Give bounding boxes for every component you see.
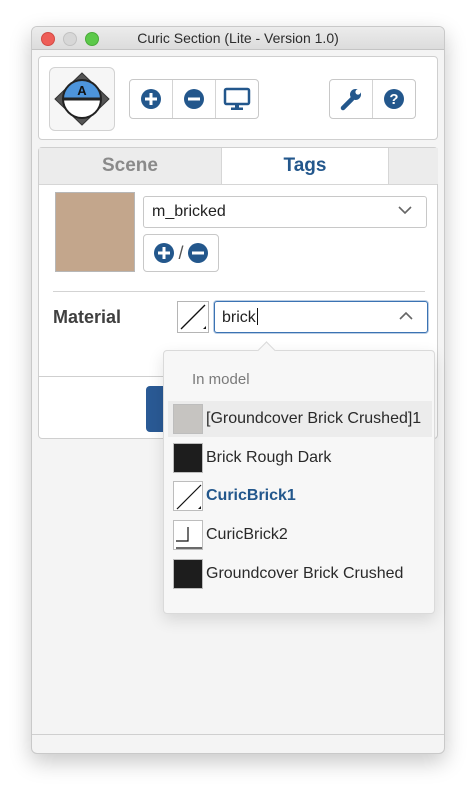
display-button[interactable] [216, 80, 258, 118]
title-bar: Curic Section (Lite - Version 1.0) [32, 27, 444, 50]
plus-circle-icon [141, 89, 161, 109]
dark-swatch-icon [173, 443, 203, 473]
tools-button-group: ? [329, 79, 416, 119]
app-logo: A [49, 67, 115, 131]
chevron-up-icon[interactable] [399, 311, 413, 321]
material-preview[interactable] [177, 301, 209, 333]
edit-button-group [129, 79, 259, 119]
diagonal-line-icon [173, 481, 203, 511]
toolbar: A ? [38, 56, 438, 140]
curic-logo-icon: A [54, 72, 110, 126]
diagonal-line-icon [180, 304, 206, 330]
plus-circle-icon[interactable] [153, 242, 175, 264]
tab-scene[interactable]: Scene [39, 148, 222, 184]
help-button[interactable]: ? [373, 80, 415, 118]
window-title: Curic Section (Lite - Version 1.0) [137, 30, 339, 46]
dropdown-item[interactable]: [Groundcover Brick Crushed]1 [168, 401, 432, 437]
dropdown-group-header: In model [192, 371, 250, 388]
minus-circle-icon[interactable] [187, 242, 209, 264]
material-search-value: brick [222, 309, 256, 326]
chevron-down-icon [398, 206, 412, 215]
wrench-icon [340, 89, 361, 111]
step-line-icon [173, 520, 203, 550]
dropdown-item-label: [Groundcover Brick Crushed]1 [206, 410, 422, 427]
dropdown-item[interactable]: Groundcover Brick Crushed [168, 556, 432, 592]
section-divider [53, 291, 425, 292]
tag-select[interactable]: m_bricked [143, 196, 427, 228]
dropdown-item-label: Brick Rough Dark [206, 449, 332, 466]
dropdown-item-label: Groundcover Brick Crushed [206, 565, 404, 582]
tab-bar: Scene Tags [39, 148, 438, 185]
dropdown-item-label: CuricBrick1 [206, 487, 296, 504]
minus-circle-icon [184, 89, 204, 109]
add-remove-tag-button[interactable]: / [143, 234, 219, 272]
remove-button[interactable] [173, 80, 216, 118]
gray-swatch-icon [173, 404, 203, 434]
dropdown-item[interactable]: Brick Rough Dark [168, 440, 432, 476]
dark-swatch-icon [173, 559, 203, 589]
logo-letter: A [77, 83, 87, 98]
settings-button[interactable] [330, 80, 373, 118]
monitor-icon [223, 87, 251, 110]
tab-tags[interactable]: Tags [222, 148, 388, 184]
status-bar-divider [32, 734, 444, 735]
tab-extra[interactable] [388, 148, 438, 184]
text-caret [256, 308, 258, 325]
add-remove-separator: / [178, 242, 184, 263]
material-dropdown: In model [Groundcover Brick Crushed]1 Br… [163, 350, 435, 614]
tag-select-value: m_bricked [152, 203, 226, 220]
dropdown-item[interactable]: CuricBrick2 [168, 517, 432, 553]
material-label: Material [53, 307, 122, 327]
add-button[interactable] [130, 80, 173, 118]
material-search-input[interactable]: brick [214, 301, 428, 333]
svg-text:?: ? [389, 91, 398, 108]
panel-footer-divider [39, 376, 164, 377]
tag-color-swatch[interactable] [55, 192, 135, 272]
dropdown-item-label: CuricBrick2 [206, 526, 288, 543]
help-icon: ? [384, 89, 404, 109]
dropdown-item[interactable]: CuricBrick1 [168, 478, 432, 514]
